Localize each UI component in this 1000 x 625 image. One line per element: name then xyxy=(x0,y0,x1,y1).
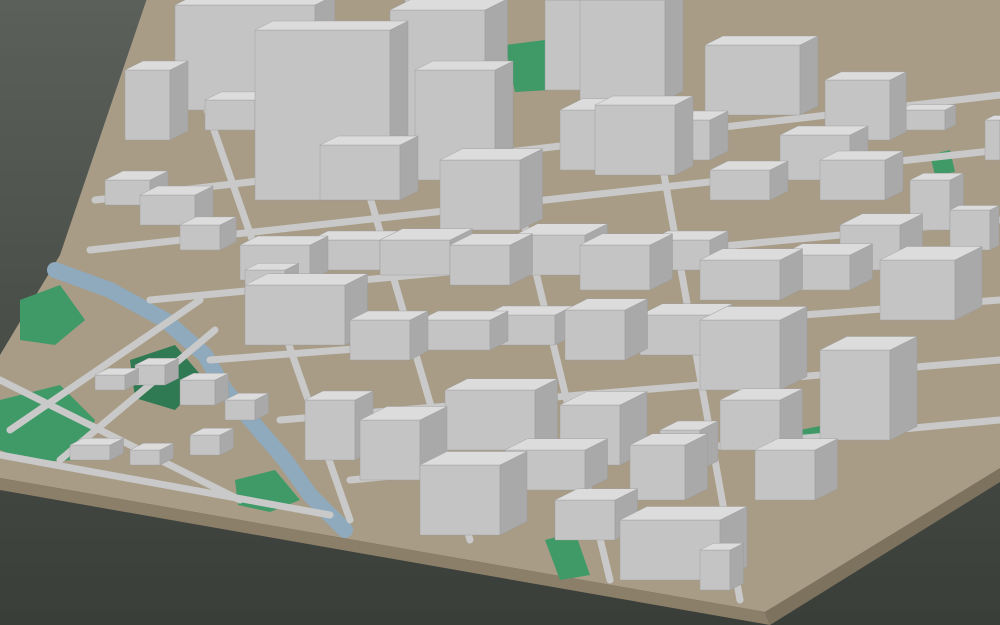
building xyxy=(449,233,533,286)
building xyxy=(244,273,368,346)
building xyxy=(629,433,708,501)
building-front xyxy=(579,0,666,101)
building xyxy=(949,205,1000,251)
building-front xyxy=(579,244,651,291)
building-front xyxy=(359,419,421,481)
building-front xyxy=(984,119,1000,161)
building xyxy=(699,248,803,301)
building-front xyxy=(444,389,536,451)
building xyxy=(134,357,179,386)
building xyxy=(579,0,684,101)
building-side xyxy=(674,95,694,176)
building-roof xyxy=(254,20,409,31)
building-front xyxy=(879,259,956,321)
building xyxy=(439,148,543,231)
building xyxy=(819,336,918,441)
building-front xyxy=(564,309,626,361)
building-side xyxy=(169,60,189,141)
building-front xyxy=(639,314,711,356)
building xyxy=(709,160,789,201)
building xyxy=(419,310,509,351)
building xyxy=(579,233,673,291)
building xyxy=(594,95,694,176)
building-side xyxy=(889,71,907,141)
building xyxy=(69,437,124,461)
building-side xyxy=(989,205,1000,251)
building-side xyxy=(399,135,419,201)
building-side xyxy=(519,148,543,231)
building-front xyxy=(704,44,801,116)
building-roof xyxy=(704,35,819,46)
building-roof xyxy=(174,0,326,6)
building-front xyxy=(139,194,196,226)
building-front xyxy=(709,169,771,201)
building-front xyxy=(204,99,256,131)
building-front xyxy=(124,69,171,141)
building-front xyxy=(94,374,126,391)
building-side xyxy=(684,433,708,501)
building xyxy=(189,427,234,456)
building-front xyxy=(134,364,166,386)
building xyxy=(704,35,819,116)
building-front xyxy=(819,159,886,201)
building xyxy=(179,216,237,251)
building xyxy=(699,306,808,391)
building-front xyxy=(819,349,891,441)
building-front xyxy=(179,379,216,406)
building-side xyxy=(799,35,819,116)
building-front xyxy=(244,284,346,346)
building-front xyxy=(179,224,221,251)
building-front xyxy=(419,464,501,536)
building xyxy=(124,60,189,141)
building-side xyxy=(779,306,808,391)
building-front xyxy=(949,209,991,251)
building-side xyxy=(889,336,918,441)
building-front xyxy=(349,319,411,361)
building xyxy=(349,310,429,361)
building xyxy=(899,104,956,131)
building-front xyxy=(419,319,491,351)
building-front xyxy=(699,319,781,391)
building xyxy=(754,438,838,501)
city-3d-scene[interactable] xyxy=(0,0,1000,625)
building-front xyxy=(629,444,686,501)
city-model-viewport[interactable] xyxy=(0,0,1000,625)
building-roof xyxy=(949,205,1000,211)
building xyxy=(564,298,648,361)
building-front xyxy=(754,449,816,501)
building xyxy=(179,372,229,406)
building-front xyxy=(69,444,111,461)
building-front xyxy=(699,259,781,301)
building-front xyxy=(554,499,616,541)
building-front xyxy=(449,244,511,286)
building-side xyxy=(664,0,684,101)
building-front xyxy=(594,104,676,176)
building-front xyxy=(899,109,946,131)
building-front xyxy=(224,399,256,421)
building-front xyxy=(699,549,731,591)
building-front xyxy=(439,159,521,231)
building xyxy=(419,451,528,536)
building-front xyxy=(129,449,161,466)
building xyxy=(224,392,269,421)
building xyxy=(319,135,419,201)
building xyxy=(699,542,744,591)
building xyxy=(819,150,904,201)
building-front xyxy=(319,144,401,201)
building-front xyxy=(304,399,356,461)
building xyxy=(984,115,1000,161)
building xyxy=(879,246,983,321)
building-front xyxy=(189,434,221,456)
building-front xyxy=(379,239,451,276)
building-side xyxy=(729,542,744,591)
building-side xyxy=(499,451,528,536)
